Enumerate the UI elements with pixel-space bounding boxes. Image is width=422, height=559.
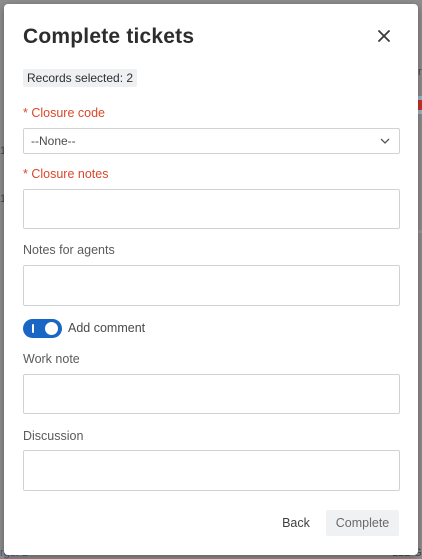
close-icon xyxy=(378,30,390,42)
discussion-label: Discussion xyxy=(23,429,84,443)
toggle-knob xyxy=(45,322,58,335)
background-text-fragment: r xyxy=(418,66,422,78)
complete-tickets-dialog: Complete tickets Records selected: 2 * C… xyxy=(4,4,418,555)
back-button[interactable]: Back xyxy=(275,510,317,536)
dialog-title: Complete tickets xyxy=(23,25,195,48)
background-row-divider xyxy=(418,230,422,233)
closure-code-selected-value: --None-- xyxy=(31,134,76,148)
closure-code-select[interactable]: --None-- xyxy=(23,128,400,154)
complete-button[interactable]: Complete xyxy=(326,510,399,536)
discussion-textarea[interactable] xyxy=(23,450,400,491)
chevron-down-icon xyxy=(380,137,390,145)
notes-for-agents-label: Notes for agents xyxy=(23,243,115,257)
work-note-textarea[interactable] xyxy=(23,374,400,414)
close-button[interactable] xyxy=(376,28,392,44)
notes-for-agents-textarea[interactable] xyxy=(23,265,400,306)
toggle-on-indicator xyxy=(32,324,34,333)
add-comment-toggle[interactable] xyxy=(23,319,62,338)
work-note-label: Work note xyxy=(23,352,80,366)
add-comment-label: Add comment xyxy=(68,321,146,335)
closure-notes-label: * Closure notes xyxy=(23,167,109,181)
records-selected-badge: Records selected: 2 xyxy=(23,69,138,87)
closure-notes-textarea[interactable] xyxy=(23,189,400,229)
closure-code-label: * Closure code xyxy=(23,106,105,120)
